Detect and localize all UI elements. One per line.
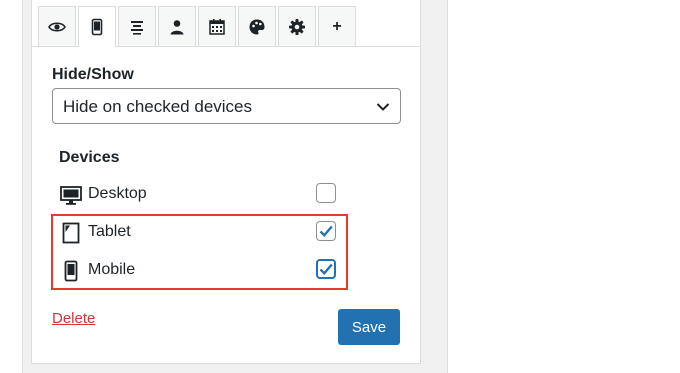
calendar-icon (209, 18, 225, 35)
tab-schedule[interactable] (198, 6, 236, 46)
tab-visibility[interactable] (38, 6, 76, 46)
palette-icon (249, 19, 265, 34)
eye-icon (48, 21, 66, 32)
mobile-icon (91, 18, 103, 36)
gear-icon (289, 18, 305, 35)
save-button[interactable]: Save (338, 309, 400, 345)
visibility-settings-panel: + Hide/Show Hide on checked devices Devi… (31, 0, 421, 364)
hide-show-select[interactable]: Hide on checked devices (52, 88, 401, 124)
highlight-annotation-box (51, 214, 348, 290)
tab-add[interactable]: + (318, 6, 356, 46)
desktop-icon (60, 186, 82, 205)
plus-icon: + (332, 17, 342, 35)
devices-heading: Devices (59, 149, 120, 166)
chevron-down-icon (376, 103, 390, 111)
tab-styles[interactable] (238, 6, 276, 46)
desktop-checkbox[interactable] (316, 183, 336, 203)
settings-tabs: + (38, 6, 358, 47)
right-editor-area (447, 0, 680, 373)
hide-show-selected-value: Hide on checked devices (63, 97, 253, 116)
device-row-desktop: Desktop (60, 182, 380, 208)
tab-settings[interactable] (278, 6, 316, 46)
left-editor-edge (0, 0, 23, 373)
tab-devices[interactable] (78, 6, 116, 47)
tab-alignment[interactable] (118, 6, 156, 46)
hide-show-label: Hide/Show (52, 66, 134, 83)
device-label-desktop: Desktop (88, 185, 147, 202)
align-center-icon (131, 20, 143, 35)
delete-link[interactable]: Delete (52, 310, 95, 327)
user-icon (170, 19, 184, 34)
tab-user-roles[interactable] (158, 6, 196, 46)
